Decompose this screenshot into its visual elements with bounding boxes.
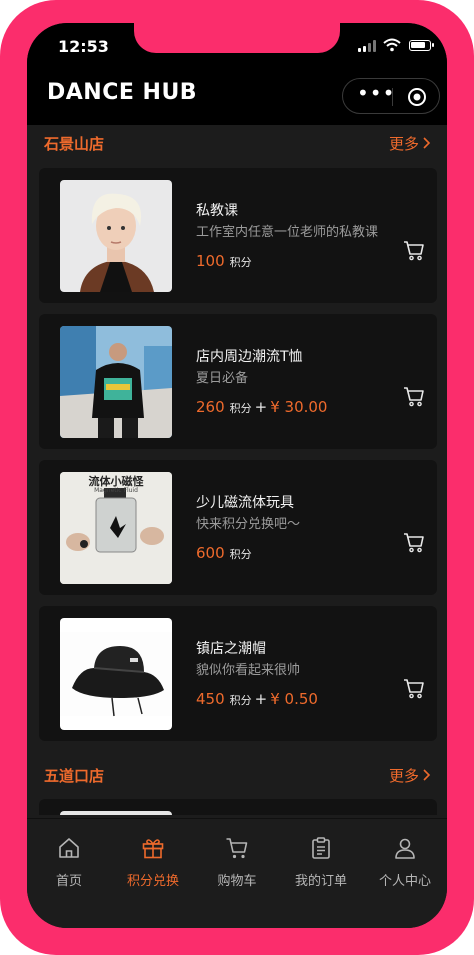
toy-image-subtitle: Magnetic Fluid (94, 487, 138, 494)
chevron-right-icon (423, 137, 431, 149)
add-to-cart-icon[interactable] (403, 531, 425, 553)
product-desc: 快来积分兑换吧～ (196, 517, 301, 532)
more-link[interactable]: 更多 (389, 765, 431, 786)
gift-icon (142, 839, 164, 859)
more-label: 更多 (388, 767, 419, 785)
section-header: 石景山店 更多 (27, 125, 447, 161)
tab-label: 首页 (55, 874, 82, 889)
tab-label: 积分兑换 (126, 874, 179, 889)
product-card[interactable]: 流体小磁怪 Magnetic Fluid 少儿磁流体玩具 快来积分兑换吧～ 60… (39, 460, 437, 595)
capsule-divider (392, 88, 393, 106)
points-unit: 积分 (229, 694, 252, 707)
price-points: 600 (196, 544, 225, 562)
add-to-cart-icon[interactable] (403, 239, 425, 261)
product-price: 100 积分 (196, 251, 252, 270)
points-unit: 积分 (229, 548, 252, 561)
product-name: 镇店之潮帽 (196, 641, 266, 657)
price-plus: + (254, 690, 268, 708)
product-name: 私教课 (196, 203, 238, 219)
product-image (60, 180, 172, 292)
price-plus: + (254, 398, 268, 416)
clipboard-icon (312, 837, 330, 859)
portrait-image (60, 180, 172, 292)
tab-label: 个人中心 (378, 874, 431, 889)
product-desc: 貌似你看起来很帅 (196, 663, 301, 678)
price-points: 450 (196, 690, 225, 708)
tab-profile[interactable]: 个人中心 (363, 819, 447, 889)
home-icon (59, 838, 79, 858)
price-money: ¥ 0.50 (270, 690, 318, 708)
notch (134, 23, 340, 53)
product-image (60, 811, 172, 815)
chevron-right-icon (423, 769, 431, 781)
product-name: 店内周边潮流T恤 (196, 349, 303, 365)
product-price: 600 积分 (196, 543, 252, 562)
target-icon[interactable] (407, 87, 427, 107)
price-money: ¥ 30.00 (270, 398, 328, 416)
product-card-partial[interactable] (39, 799, 437, 815)
product-desc: 工作室内任意一位老师的私教课 (196, 225, 379, 240)
product-image (60, 618, 172, 730)
status-time: 12:53 (58, 37, 109, 56)
product-image: 流体小磁怪 Magnetic Fluid (60, 472, 172, 584)
product-desc: 夏日必备 (196, 371, 249, 386)
app-logo: DANCE HUB (47, 80, 198, 105)
tab-orders[interactable]: 我的订单 (279, 819, 363, 889)
cart-icon (226, 838, 248, 859)
signal-icon (358, 40, 376, 52)
product-card[interactable]: 店内周边潮流T恤 夏日必备 260 积分 + ¥ 30.00 (39, 314, 437, 449)
tshirt-photo (60, 326, 172, 438)
tab-points-exchange[interactable]: 积分兑换 (111, 819, 195, 889)
phone-frame: 12:53 DANCE HUB ••• 石景山店 更多 私教课 工作室内任意一位… (0, 0, 474, 955)
product-image (60, 326, 172, 438)
points-unit: 积分 (229, 402, 252, 415)
battery-icon (409, 40, 434, 51)
add-to-cart-icon[interactable] (403, 385, 425, 407)
product-name: 少儿磁流体玩具 (196, 495, 294, 511)
tab-home[interactable]: 首页 (27, 819, 111, 889)
tab-label: 购物车 (217, 874, 257, 889)
tab-label: 我的订单 (294, 874, 347, 889)
user-icon (395, 838, 415, 859)
bottom-tab-bar: 首页 积分兑换 购物车 我的订单 个人中心 (27, 818, 447, 928)
wifi-icon (383, 38, 401, 52)
product-price: 450 积分 + ¥ 0.50 (196, 689, 318, 708)
bucket-hat-photo (60, 618, 172, 730)
mini-program-capsule: ••• (342, 78, 440, 114)
product-list[interactable]: 石景山店 更多 私教课 工作室内任意一位老师的私教课 100 积分 店内周边潮流… (27, 125, 447, 815)
section-title: 五道口店 (44, 767, 105, 785)
more-dots-icon[interactable]: ••• (357, 83, 394, 106)
points-unit: 积分 (229, 256, 252, 269)
product-card[interactable]: 镇店之潮帽 貌似你看起来很帅 450 积分 + ¥ 0.50 (39, 606, 437, 741)
price-points: 260 (196, 398, 225, 416)
more-link[interactable]: 更多 (389, 133, 431, 154)
section-title: 石景山店 (44, 135, 105, 153)
tab-cart[interactable]: 购物车 (195, 819, 279, 889)
phone-screen: 12:53 DANCE HUB ••• 石景山店 更多 私教课 工作室内任意一位… (27, 23, 447, 928)
product-price: 260 积分 + ¥ 30.00 (196, 397, 327, 416)
product-card[interactable]: 私教课 工作室内任意一位老师的私教课 100 积分 (39, 168, 437, 303)
more-label: 更多 (388, 135, 419, 153)
add-to-cart-icon[interactable] (403, 677, 425, 699)
nav-bar: DANCE HUB ••• (27, 69, 447, 125)
section-header: 五道口店 更多 (27, 757, 447, 793)
price-points: 100 (196, 252, 225, 270)
